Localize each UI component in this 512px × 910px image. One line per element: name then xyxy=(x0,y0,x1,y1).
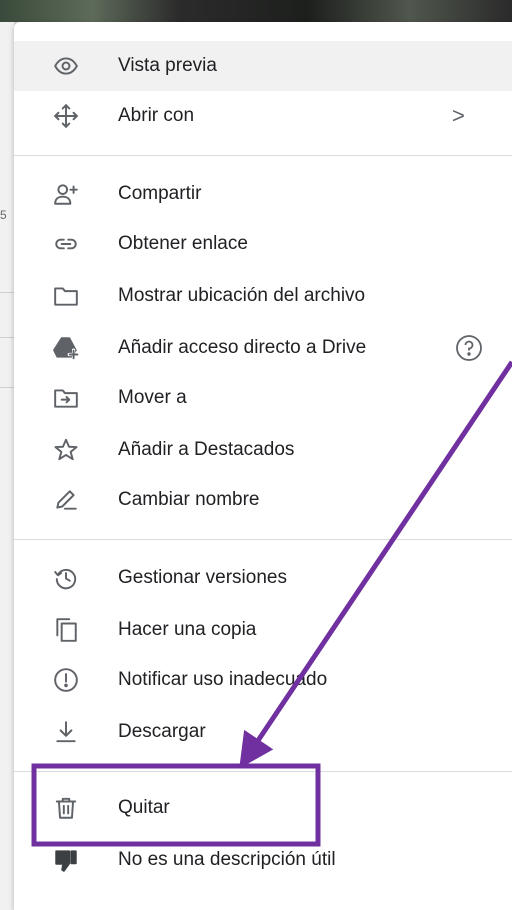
menu-item-cambiar-nombre[interactable]: Cambiar nombre xyxy=(14,475,512,525)
menu-item-label: No es una descripción útil xyxy=(118,849,336,870)
star-icon xyxy=(52,436,80,464)
menu-item-abrir-con[interactable]: Abrir con > xyxy=(14,91,512,141)
folder-icon xyxy=(52,282,80,310)
menu-item-destacados[interactable]: Añadir a Destacados xyxy=(14,425,512,475)
person-add-icon xyxy=(52,180,80,208)
background-text-fragment: 5 xyxy=(0,208,7,222)
menu-item-mover-a[interactable]: Mover a xyxy=(14,373,512,423)
menu-item-label: Cambiar nombre xyxy=(118,489,260,510)
download-icon xyxy=(52,718,80,746)
menu-item-label: Obtener enlace xyxy=(118,233,248,254)
menu-item-notificar[interactable]: Notificar uso inadecuado xyxy=(14,655,512,705)
menu-item-mostrar-ubicacion[interactable]: Mostrar ubicación del archivo xyxy=(14,271,512,321)
menu-item-quitar[interactable]: Quitar xyxy=(14,783,512,833)
menu-separator xyxy=(14,771,512,772)
background-divider xyxy=(0,337,14,338)
thumbs-down-icon xyxy=(52,846,80,874)
trash-icon xyxy=(52,794,80,822)
menu-item-label: Hacer una copia xyxy=(118,619,257,640)
history-icon xyxy=(52,564,80,592)
menu-item-label: Vista previa xyxy=(118,55,217,76)
menu-item-label: Quitar xyxy=(118,797,170,818)
background-photo-strip xyxy=(0,0,512,22)
menu-item-label: Añadir acceso directo a Drive xyxy=(118,337,367,358)
menu-item-vista-previa[interactable]: Vista previa xyxy=(14,41,512,91)
menu-item-compartir[interactable]: Compartir xyxy=(14,169,512,219)
chevron-right-icon: > xyxy=(452,103,465,128)
menu-item-obtener-enlace[interactable]: Obtener enlace xyxy=(14,219,512,269)
menu-item-label: Mover a xyxy=(118,387,187,408)
background-divider xyxy=(0,292,14,293)
drive-shortcut-icon xyxy=(52,334,80,362)
link-icon xyxy=(52,230,80,258)
copy-icon xyxy=(52,616,80,644)
move-icon xyxy=(52,102,80,130)
menu-separator xyxy=(14,155,512,156)
menu-separator xyxy=(14,539,512,540)
background-page-edge: 5 xyxy=(0,22,15,910)
background-divider xyxy=(0,387,14,388)
menu-item-label: Gestionar versiones xyxy=(118,567,287,588)
context-menu: Vista previa Abrir con > Compartir Obten… xyxy=(14,22,512,910)
menu-item-label: Añadir a Destacados xyxy=(118,439,295,460)
menu-item-label: Notificar uso inadecuado xyxy=(118,669,328,690)
eye-icon xyxy=(52,52,80,80)
move-to-folder-icon xyxy=(52,384,80,412)
menu-item-label: Descargar xyxy=(118,721,206,742)
menu-item-gestionar-versiones[interactable]: Gestionar versiones xyxy=(14,553,512,603)
menu-item-label: Abrir con xyxy=(118,105,195,126)
menu-item-descargar[interactable]: Descargar xyxy=(14,707,512,757)
alert-icon xyxy=(52,666,80,694)
help-icon[interactable] xyxy=(454,333,484,363)
menu-item-label: Compartir xyxy=(118,183,202,204)
menu-item-no-util[interactable]: No es una descripción útil xyxy=(14,835,512,885)
menu-item-acceso-directo[interactable]: Añadir acceso directo a Drive xyxy=(14,323,512,373)
pencil-icon xyxy=(52,486,80,514)
menu-item-hacer-copia[interactable]: Hacer una copia xyxy=(14,605,512,655)
menu-item-label: Mostrar ubicación del archivo xyxy=(118,285,366,306)
